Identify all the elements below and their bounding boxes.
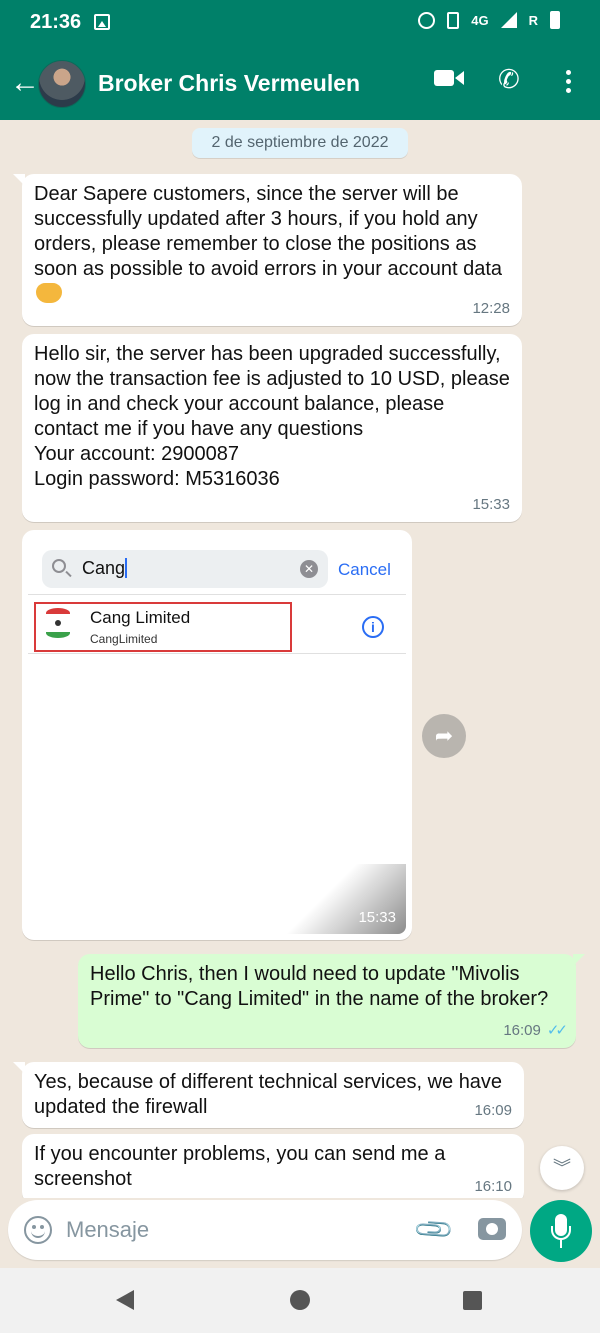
voice-call-icon[interactable]: ✆ bbox=[498, 66, 520, 92]
image-search-query: Cang bbox=[82, 558, 126, 578]
status-icons: 4G R bbox=[418, 11, 560, 29]
nav-recents-icon[interactable] bbox=[463, 1291, 482, 1310]
chat-area[interactable]: 2 de septiembre de 2022 Dear Sapere cust… bbox=[0, 120, 600, 1198]
attach-icon[interactable]: 📎 bbox=[412, 1207, 457, 1252]
vibrate-icon bbox=[447, 11, 460, 29]
date-chip: 2 de septiembre de 2022 bbox=[192, 128, 408, 158]
roaming-indicator: R bbox=[528, 12, 538, 28]
emoji-icon[interactable] bbox=[24, 1216, 52, 1244]
voice-message-button[interactable] bbox=[530, 1200, 592, 1262]
navigation-bar bbox=[0, 1268, 600, 1333]
message-incoming[interactable]: If you encounter problems, you can send … bbox=[22, 1134, 524, 1198]
handshake-emoji-icon bbox=[36, 283, 62, 303]
message-text: Dear Sapere customers, since the server … bbox=[34, 182, 510, 307]
message-outgoing[interactable]: Hello Chris, then I would need to update… bbox=[78, 954, 585, 1048]
message-text: Hello Chris, then I would need to update… bbox=[90, 963, 549, 1010]
broker-logo-icon bbox=[44, 608, 72, 642]
image-notification-icon bbox=[94, 14, 110, 30]
message-time: 16:09 bbox=[503, 1022, 541, 1039]
clear-icon: ✕ bbox=[300, 560, 318, 578]
network-type: 4G bbox=[471, 12, 489, 28]
message-time: 15:33 bbox=[472, 496, 510, 513]
message-incoming[interactable]: Dear Sapere customers, since the server … bbox=[13, 174, 522, 326]
alarm-icon bbox=[418, 11, 436, 29]
more-options-icon[interactable] bbox=[566, 70, 574, 97]
message-text: If you encounter problems, you can send … bbox=[34, 1143, 451, 1190]
status-time: 21:36 bbox=[30, 11, 82, 33]
image-cancel-label: Cancel bbox=[338, 560, 391, 579]
forward-icon[interactable]: ➦ bbox=[422, 714, 466, 758]
status-bar: 21:36 4G R bbox=[0, 0, 600, 46]
message-time: 15:33 bbox=[358, 909, 396, 926]
screenshot-image[interactable]: Cang ✕ Cancel Cang Limited CangLimited i… bbox=[28, 536, 406, 934]
contact-avatar[interactable] bbox=[38, 60, 86, 108]
message-text: Hello sir, the server has been upgraded … bbox=[34, 343, 510, 490]
chat-header: ← Broker Chris Vermeulen ✆ bbox=[0, 46, 600, 120]
contact-name[interactable]: Broker Chris Vermeulen bbox=[98, 70, 360, 97]
message-input-bar[interactable]: Mensaje 📎 bbox=[8, 1200, 522, 1260]
back-arrow-icon[interactable]: ← bbox=[10, 68, 40, 98]
read-receipt-icon: ✓✓ bbox=[546, 1022, 568, 1039]
nav-home-icon[interactable] bbox=[290, 1290, 310, 1310]
signal-icon bbox=[500, 12, 517, 28]
message-incoming[interactable]: Yes, because of different technical serv… bbox=[13, 1062, 524, 1128]
scroll-to-bottom-button[interactable]: ︾ bbox=[540, 1146, 584, 1190]
message-time: 12:28 bbox=[472, 300, 510, 317]
message-input[interactable]: Mensaje bbox=[66, 1217, 149, 1243]
image-result-subtitle: CangLimited bbox=[90, 632, 158, 646]
camera-icon[interactable] bbox=[478, 1218, 506, 1240]
image-search-field: Cang ✕ bbox=[42, 550, 328, 588]
video-call-icon[interactable] bbox=[434, 70, 464, 91]
image-message[interactable]: Cang ✕ Cancel Cang Limited CangLimited i… bbox=[22, 530, 412, 940]
message-incoming[interactable]: Hello sir, the server has been upgraded … bbox=[22, 334, 522, 522]
message-time: 16:10 bbox=[474, 1178, 512, 1195]
image-result-row: Cang Limited CangLimited i bbox=[28, 596, 406, 654]
message-text: Yes, because of different technical serv… bbox=[34, 1071, 508, 1118]
nav-back-icon[interactable] bbox=[116, 1290, 134, 1310]
image-result-name: Cang Limited bbox=[90, 608, 191, 627]
search-icon bbox=[52, 559, 66, 573]
message-time: 16:09 bbox=[474, 1102, 512, 1119]
info-icon: i bbox=[362, 616, 384, 638]
battery-icon bbox=[550, 11, 560, 29]
